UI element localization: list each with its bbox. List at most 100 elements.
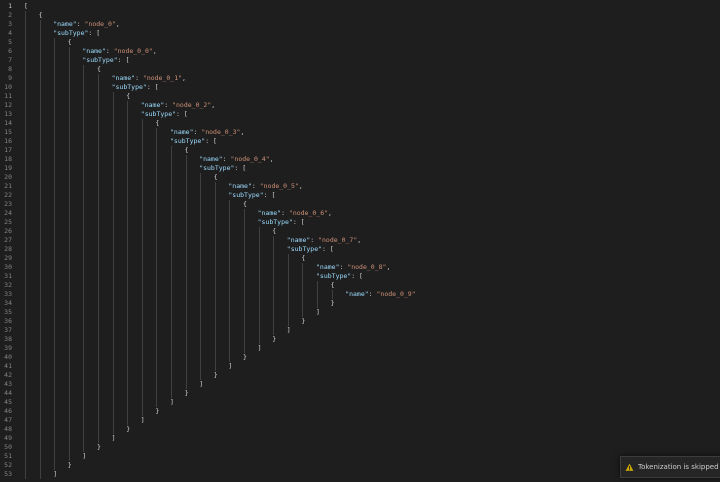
line-code: } bbox=[155, 407, 159, 416]
line-number: 14 bbox=[4, 119, 12, 127]
json-key: "subType" bbox=[82, 56, 118, 64]
code-line[interactable]: 20 { bbox=[0, 173, 720, 182]
code-line[interactable]: 37] bbox=[0, 326, 720, 335]
code-line[interactable]: 33 "name": "node_0_9" bbox=[0, 290, 720, 299]
code-line[interactable]: 4 "subType": [ bbox=[0, 29, 720, 38]
code-line[interactable]: 12 "name": "node_0_2", bbox=[0, 101, 720, 110]
json-punctuation: ] bbox=[199, 380, 204, 388]
code-line[interactable]: 26 { bbox=[0, 227, 720, 236]
json-punctuation: ] bbox=[228, 362, 233, 370]
code-line[interactable]: 25 "subType": [ bbox=[0, 218, 720, 227]
code-line[interactable]: 52} bbox=[0, 461, 720, 470]
json-punctuation: } bbox=[243, 353, 247, 361]
code-line[interactable]: 3 "name": "node_0", bbox=[0, 20, 720, 29]
line-number: 31 bbox=[4, 272, 12, 280]
json-string: "node_0_5" bbox=[259, 182, 299, 190]
line-code: { bbox=[155, 119, 159, 128]
indent-guide bbox=[302, 263, 304, 317]
code-editor[interactable]: 1[2{3 "name": "node_0", 4 "subType": [5{6 "n… bbox=[0, 0, 720, 482]
code-line[interactable]: 19 "subType": [ bbox=[0, 164, 720, 173]
line-code: } bbox=[243, 353, 247, 362]
code-line[interactable]: 38} bbox=[0, 335, 720, 344]
code-line[interactable]: 43] bbox=[0, 380, 720, 389]
code-line[interactable]: 49] bbox=[0, 434, 720, 443]
code-line[interactable]: 21 "name": "node_0_5", bbox=[0, 182, 720, 191]
code-line[interactable]: 10 "subType": [ bbox=[0, 83, 720, 92]
code-line[interactable]: 42} bbox=[0, 371, 720, 380]
json-punctuation: { bbox=[184, 146, 189, 154]
line-code: } bbox=[301, 317, 305, 326]
code-line[interactable]: 47] bbox=[0, 416, 720, 425]
code-line[interactable]: 31 "subType": [ bbox=[0, 272, 720, 281]
code-line[interactable]: 27 "name": "node_0_7", bbox=[0, 236, 720, 245]
code-line[interactable]: 46} bbox=[0, 407, 720, 416]
line-number: 5 bbox=[8, 38, 12, 46]
line-number: 39 bbox=[4, 344, 12, 352]
line-number: 52 bbox=[4, 461, 12, 469]
json-punctuation: : bbox=[135, 74, 143, 82]
code-line[interactable]: 29 { bbox=[0, 254, 720, 263]
code-line[interactable]: 1[ bbox=[0, 2, 720, 11]
code-line[interactable]: 39] bbox=[0, 344, 720, 353]
code-line[interactable]: 5{ bbox=[0, 38, 720, 47]
json-punctuation: { bbox=[301, 254, 306, 262]
code-line[interactable]: 36} bbox=[0, 317, 720, 326]
code-line[interactable]: 23 { bbox=[0, 200, 720, 209]
json-string: "node_0_6" bbox=[288, 209, 329, 217]
line-code: "subType": [ bbox=[112, 83, 159, 92]
line-number: 12 bbox=[4, 101, 12, 109]
line-number: 27 bbox=[4, 236, 12, 244]
code-line[interactable]: 48} bbox=[0, 425, 720, 434]
json-punctuation: { bbox=[67, 38, 72, 46]
code-line[interactable]: 34} bbox=[0, 299, 720, 308]
code-line[interactable]: 8{ bbox=[0, 65, 720, 74]
indent-guide bbox=[244, 209, 245, 353]
line-code: "subType": [ bbox=[258, 218, 305, 227]
line-code: ] bbox=[287, 326, 291, 335]
code-line[interactable]: 14 { bbox=[0, 119, 720, 128]
code-line[interactable]: 13 "subType": [ bbox=[0, 110, 720, 119]
json-key: "subType" bbox=[257, 218, 293, 226]
code-line[interactable]: 30 "name": "node_0_8", bbox=[0, 263, 720, 272]
line-code: "subType": [ bbox=[199, 164, 246, 173]
code-line[interactable]: 53] bbox=[0, 470, 720, 479]
line-code: } bbox=[331, 299, 335, 308]
warning-icon bbox=[625, 463, 634, 471]
line-code: "name": "node_0_6", bbox=[258, 209, 332, 218]
line-code: { bbox=[214, 173, 218, 182]
code-line[interactable]: 35] bbox=[0, 308, 720, 317]
code-line[interactable]: 7 "subType": [ bbox=[0, 56, 720, 65]
code-line[interactable]: 16 "subType": [ bbox=[0, 137, 720, 146]
code-line[interactable]: 41] bbox=[0, 362, 720, 371]
code-line[interactable]: 17 { bbox=[0, 146, 720, 155]
code-line[interactable]: 32 { bbox=[0, 281, 720, 290]
code-line[interactable]: 15 "name": "node_0_3", bbox=[0, 128, 720, 137]
code-line[interactable]: 18 "name": "node_0_4", bbox=[0, 155, 720, 164]
code-line[interactable]: 2{ bbox=[0, 11, 720, 20]
code-line[interactable]: 9 "name": "node_0_1", bbox=[0, 74, 720, 83]
line-code: { bbox=[243, 200, 247, 209]
code-line[interactable]: 40} bbox=[0, 353, 720, 362]
code-line[interactable]: 44} bbox=[0, 389, 720, 398]
line-number: 45 bbox=[4, 398, 12, 406]
code-line[interactable]: 45] bbox=[0, 398, 720, 407]
code-line[interactable]: 50} bbox=[0, 443, 720, 452]
json-punctuation: { bbox=[126, 92, 131, 100]
indent-guide bbox=[214, 182, 216, 371]
json-punctuation: { bbox=[213, 173, 218, 181]
line-code: "subType": [ bbox=[170, 137, 217, 146]
code-line[interactable]: 51] bbox=[0, 452, 720, 461]
indent-guide bbox=[83, 65, 85, 452]
json-punctuation: : [ bbox=[351, 272, 363, 280]
code-line[interactable]: 24 "name": "node_0_6", bbox=[0, 209, 720, 218]
json-key: "subType" bbox=[316, 272, 352, 280]
indent-guide bbox=[287, 254, 289, 326]
json-punctuation: : bbox=[76, 20, 85, 28]
code-line[interactable]: 11 { bbox=[0, 92, 720, 101]
code-line[interactable]: 22 "subType": [ bbox=[0, 191, 720, 200]
line-number: 24 bbox=[4, 209, 12, 217]
line-number: 34 bbox=[4, 299, 12, 307]
code-line[interactable]: 28 "subType": [ bbox=[0, 245, 720, 254]
notification-toast[interactable]: Tokenization is skipped for long bbox=[620, 456, 720, 478]
code-line[interactable]: 6 "name": "node_0_0", bbox=[0, 47, 720, 56]
